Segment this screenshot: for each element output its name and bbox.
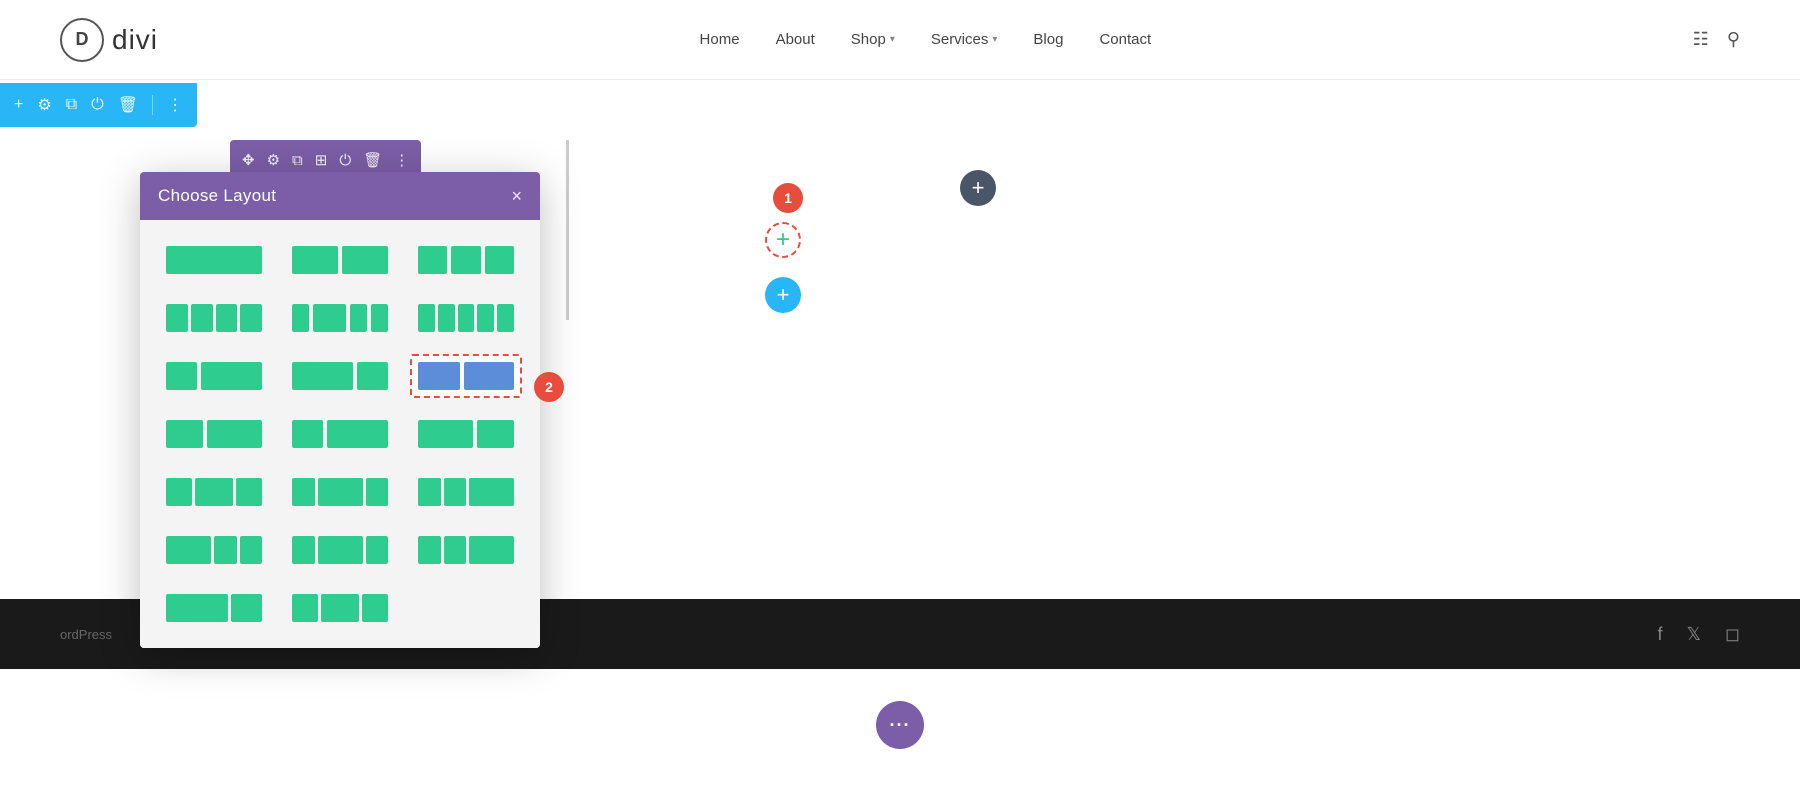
toolbar-divider <box>152 95 153 115</box>
add-dark-icon: + <box>972 177 985 199</box>
modal-close-button[interactable]: × <box>511 187 522 205</box>
layout-option-r4c[interactable] <box>410 412 522 456</box>
add-section-icon[interactable]: + <box>14 96 23 114</box>
add-blue-icon: + <box>777 284 790 306</box>
section-trash-icon[interactable]: 🗑 <box>363 151 382 169</box>
layout-option-r6c[interactable] <box>410 528 522 572</box>
vertical-separator <box>566 140 569 320</box>
choose-layout-modal: Choose Layout × <box>140 172 540 648</box>
add-row-button[interactable]: + <box>765 277 801 313</box>
main-nav: Home About Shop ▾ Services ▾ Blog Contac… <box>700 31 1152 48</box>
layout-option-selected[interactable] <box>410 354 522 398</box>
shop-chevron: ▾ <box>890 34 895 45</box>
nav-home[interactable]: Home <box>700 31 740 48</box>
layout-option-quarter-4[interactable] <box>158 296 270 340</box>
add-column-dotted-button[interactable]: + <box>765 222 801 258</box>
layout-option-r7b[interactable] <box>284 586 396 630</box>
layout-option-fifth-5[interactable] <box>410 296 522 340</box>
section-settings-icon[interactable]: ⚙ <box>267 151 280 169</box>
trash-icon[interactable]: 🗑 <box>118 95 138 115</box>
section-grid-icon[interactable]: ⊞ <box>315 151 328 169</box>
section-more-icon[interactable]: ⋮ <box>394 151 409 169</box>
add-dotted-icon: + <box>776 228 790 252</box>
nav-blog[interactable]: Blog <box>1033 31 1063 48</box>
section-columns-icon[interactable]: ⧉ <box>292 152 303 169</box>
layout-option-r5c[interactable] <box>410 470 522 514</box>
nav-actions: ☷ ⚲ <box>1693 29 1740 50</box>
logo-text: divi <box>112 24 158 56</box>
power-icon[interactable]: ⏻ <box>91 96 104 114</box>
layout-option-r4a[interactable] <box>158 412 270 456</box>
footer-social: f 𝕏 ◻ <box>1658 624 1740 645</box>
resize-icon[interactable]: ⧉ <box>66 96 77 114</box>
search-icon[interactable]: ⚲ <box>1727 29 1740 50</box>
bottom-action-dots: ··· <box>890 716 911 734</box>
bottom-action-button[interactable]: ··· <box>876 701 924 749</box>
instagram-icon[interactable]: ◻ <box>1725 624 1740 645</box>
layout-option-r7a[interactable] <box>158 586 270 630</box>
layout-option-third-two-third[interactable] <box>284 296 396 340</box>
nav-contact[interactable]: Contact <box>1099 31 1151 48</box>
header: D divi Home About Shop ▾ Services ▾ Blog… <box>0 0 1800 80</box>
section-power-icon[interactable]: ⏻ <box>339 152 351 169</box>
twitter-icon[interactable]: 𝕏 <box>1687 624 1702 645</box>
nav-shop[interactable]: Shop ▾ <box>851 31 895 48</box>
settings-icon[interactable]: ⚙ <box>37 95 51 115</box>
layout-option-small-big[interactable] <box>158 354 270 398</box>
builder-toolbar-top: + ⚙ ⧉ ⏻ 🗑 ⋮ <box>0 83 197 127</box>
move-icon[interactable]: ✥ <box>242 151 255 169</box>
layout-option-r4b[interactable] <box>284 412 396 456</box>
step-badge-1: 1 <box>773 183 803 213</box>
modal-title: Choose Layout <box>158 186 276 206</box>
more-icon[interactable]: ⋮ <box>167 95 183 115</box>
layout-option-r6a[interactable] <box>158 528 270 572</box>
nav-about[interactable]: About <box>776 31 815 48</box>
modal-header: Choose Layout × <box>140 172 540 220</box>
facebook-icon[interactable]: f <box>1658 624 1663 645</box>
layout-option-r5a[interactable] <box>158 470 270 514</box>
nav-services[interactable]: Services ▾ <box>931 31 998 48</box>
logo-icon: D <box>60 18 104 62</box>
layout-option-half-half[interactable] <box>284 238 396 282</box>
modal-body <box>140 220 540 648</box>
layout-option-full[interactable] <box>158 238 270 282</box>
step-badge-2: 2 <box>534 372 564 402</box>
logo: D divi <box>60 18 158 62</box>
layout-option-r6b[interactable] <box>284 528 396 572</box>
add-section-dark-button[interactable]: + <box>960 170 996 206</box>
services-chevron: ▾ <box>992 34 997 45</box>
footer-text: ordPress <box>60 627 112 642</box>
layout-grid <box>158 238 522 630</box>
layout-option-r5b[interactable] <box>284 470 396 514</box>
cart-icon[interactable]: ☷ <box>1693 29 1709 50</box>
layout-option-third-third-third[interactable] <box>410 238 522 282</box>
layout-option-big-small[interactable] <box>284 354 396 398</box>
